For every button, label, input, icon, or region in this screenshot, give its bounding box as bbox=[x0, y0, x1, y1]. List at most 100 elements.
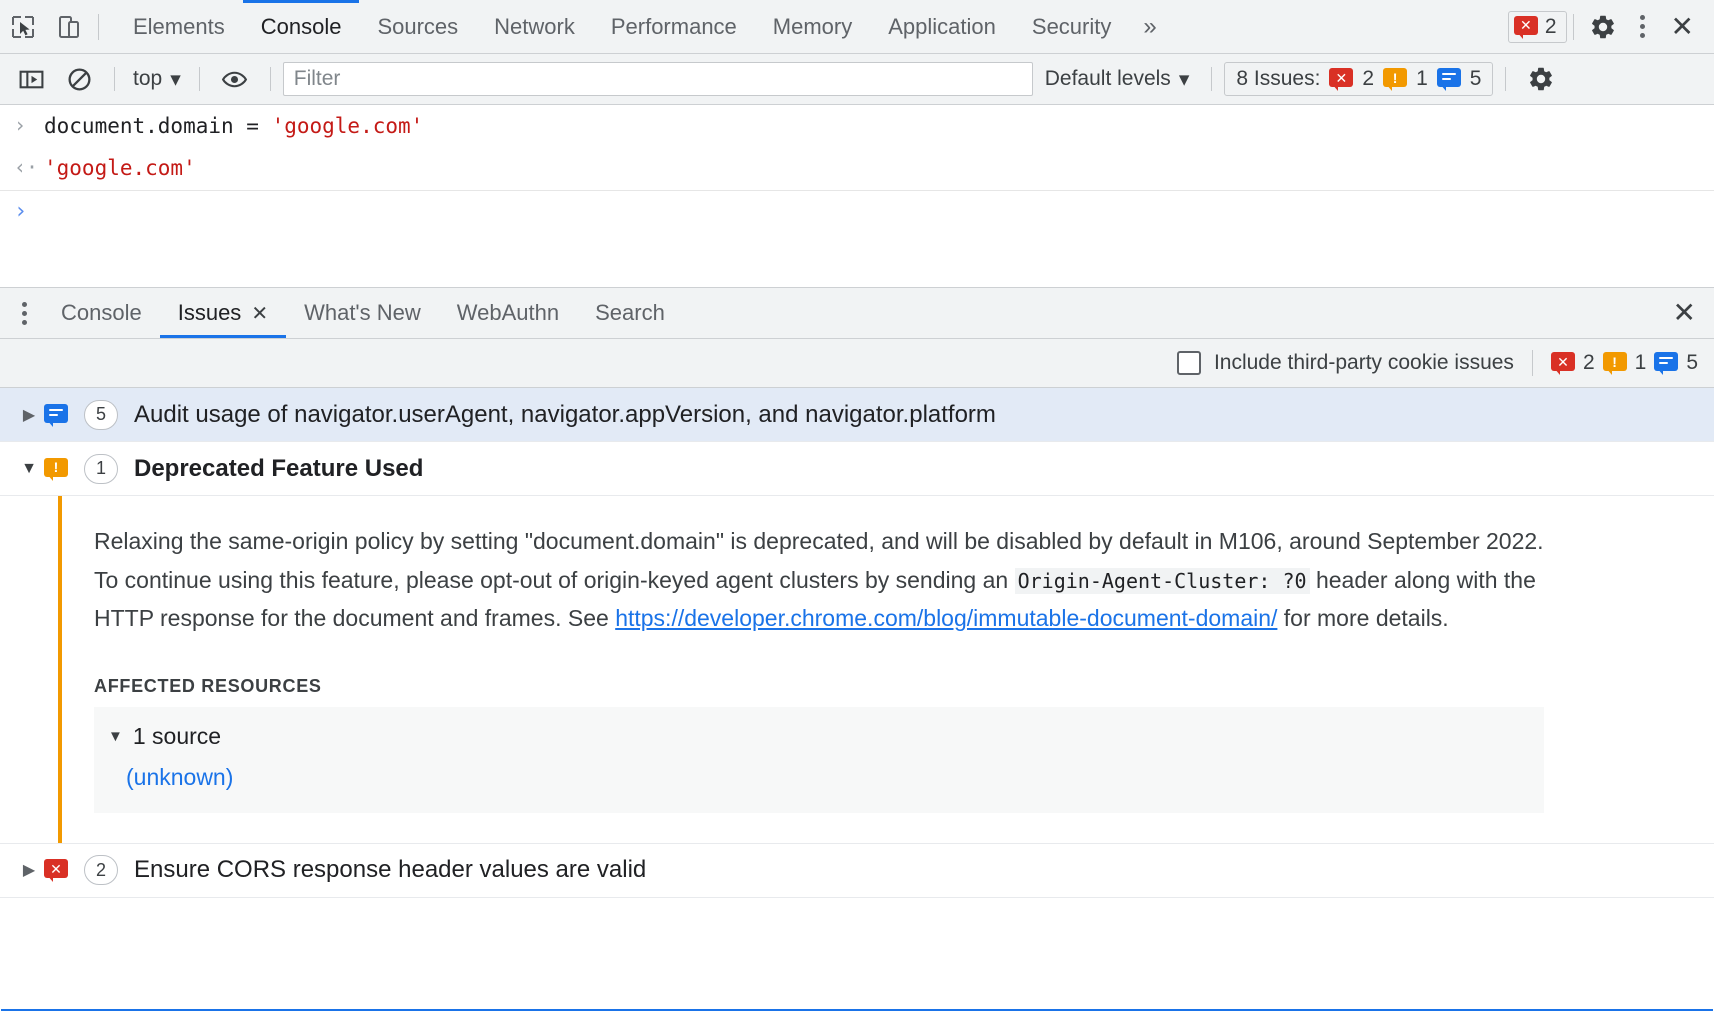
issues-summary-button[interactable]: 8 Issues: ✕ 2 ! 1 5 bbox=[1224, 62, 1493, 96]
expand-triangle-icon[interactable]: ▶ bbox=[14, 405, 44, 425]
expand-triangle-icon[interactable]: ▶ bbox=[14, 860, 44, 880]
devtools-main-toolbar: Elements Console Sources Network Perform… bbox=[0, 0, 1714, 54]
clear-console-icon[interactable] bbox=[56, 56, 102, 102]
log-levels-label: Default levels bbox=[1045, 67, 1171, 91]
console-sidebar-icon[interactable] bbox=[8, 56, 54, 102]
drawer-tab-issues-close-icon[interactable]: ✕ bbox=[251, 301, 268, 326]
issue-title: Audit usage of navigator.userAgent, navi… bbox=[134, 401, 996, 429]
execution-context-selector[interactable]: top ▾ bbox=[127, 67, 187, 92]
affected-sources-count-label: 1 source bbox=[133, 723, 221, 750]
issue-description: Relaxing the same-origin policy by setti… bbox=[94, 522, 1544, 638]
tab-sources[interactable]: Sources bbox=[359, 0, 476, 53]
more-tabs-chevron-icon[interactable]: » bbox=[1129, 13, 1170, 41]
issues-filter-info-count: 5 bbox=[1686, 351, 1698, 375]
console-input-string: 'google.com' bbox=[272, 114, 424, 138]
error-count-badge[interactable]: ✕ 2 bbox=[1508, 11, 1567, 43]
drawer-tab-search-label: Search bbox=[595, 300, 665, 326]
third-party-cookie-checkbox-row[interactable]: Include third-party cookie issues bbox=[1177, 351, 1514, 375]
drawer-close-icon[interactable]: ✕ bbox=[1655, 299, 1714, 327]
issue-row-cors-response-header[interactable]: ▶ ✕ 2 Ensure CORS response header values… bbox=[0, 844, 1714, 898]
issue-detail-accent-bar bbox=[58, 496, 62, 843]
affected-resources-box: ▼ 1 source (unknown) bbox=[94, 707, 1544, 813]
error-pill-icon: ✕ bbox=[1514, 16, 1538, 38]
tab-network[interactable]: Network bbox=[476, 0, 593, 53]
console-output[interactable]: › document.domain = 'google.com' ‹· 'goo… bbox=[0, 105, 1714, 287]
affected-source-link[interactable]: (unknown) bbox=[126, 764, 233, 790]
affected-sources-toggle[interactable]: ▼ 1 source bbox=[94, 721, 1544, 752]
filter-input[interactable] bbox=[283, 62, 1033, 96]
issues-filter-error-count: 2 bbox=[1583, 351, 1595, 375]
drawer-tab-console[interactable]: Console bbox=[43, 288, 160, 338]
kebab-menu-icon[interactable] bbox=[1626, 15, 1659, 38]
issue-count-badge: 2 bbox=[84, 855, 118, 885]
console-input-line: › document.domain = 'google.com' bbox=[0, 105, 1714, 147]
inspect-cursor-icon[interactable] bbox=[0, 4, 46, 50]
drawer-tab-whats-new[interactable]: What's New bbox=[286, 288, 439, 338]
drawer-tab-list: Console Issues ✕ What's New WebAuthn Sea… bbox=[0, 288, 1714, 339]
close-icon[interactable]: ✕ bbox=[1659, 13, 1706, 41]
chevron-down-icon: ▾ bbox=[170, 67, 181, 92]
toolbar-right-controls: ✕ 2 ✕ bbox=[1508, 4, 1714, 50]
console-toolbar-divider-2 bbox=[199, 67, 200, 91]
issues-summary-label: 8 Issues: bbox=[1236, 67, 1320, 91]
issues-warning-count: 1 bbox=[1416, 67, 1428, 91]
console-toolbar-divider-4 bbox=[1211, 67, 1212, 91]
toolbar-divider-2 bbox=[1573, 14, 1574, 40]
tab-security[interactable]: Security bbox=[1014, 0, 1129, 53]
tab-network-label: Network bbox=[494, 14, 575, 40]
tab-application[interactable]: Application bbox=[870, 0, 1014, 53]
console-prompt[interactable]: › bbox=[0, 191, 1714, 232]
console-result-text: 'google.com' bbox=[44, 153, 196, 183]
log-levels-selector[interactable]: Default levels ▾ bbox=[1035, 67, 1200, 92]
tab-sources-label: Sources bbox=[377, 14, 458, 40]
tab-application-label: Application bbox=[888, 14, 996, 40]
tab-elements-label: Elements bbox=[133, 14, 225, 40]
console-toolbar-divider-1 bbox=[114, 67, 115, 91]
issue-row-audit-navigator-usage[interactable]: ▶ 5 Audit usage of navigator.userAgent, … bbox=[0, 388, 1714, 442]
tab-security-label: Security bbox=[1032, 14, 1111, 40]
live-expression-icon[interactable] bbox=[212, 56, 258, 102]
toolbar-divider bbox=[98, 14, 99, 40]
console-toolbar-divider-3 bbox=[270, 67, 271, 91]
panel-tab-list: Elements Console Sources Network Perform… bbox=[115, 0, 1129, 53]
tab-memory-label: Memory bbox=[773, 14, 852, 40]
drawer-tab-webauthn[interactable]: WebAuthn bbox=[439, 288, 577, 338]
tab-console[interactable]: Console bbox=[243, 0, 360, 53]
issues-filter-warning-count: 1 bbox=[1635, 351, 1647, 375]
issue-detail-deprecated-feature-used: Relaxing the same-origin policy by setti… bbox=[0, 496, 1714, 844]
drawer-tab-webauthn-label: WebAuthn bbox=[457, 300, 559, 326]
issues-filter-bar: Include third-party cookie issues ✕ 2 ! … bbox=[0, 339, 1714, 388]
warning-pill-icon: ! bbox=[1603, 352, 1627, 374]
collapse-triangle-icon[interactable]: ▼ bbox=[14, 460, 44, 478]
warning-pill-icon: ! bbox=[44, 458, 84, 480]
devtools-drawer: Console Issues ✕ What's New WebAuthn Sea… bbox=[0, 287, 1714, 1012]
tab-elements[interactable]: Elements bbox=[115, 0, 243, 53]
tab-memory[interactable]: Memory bbox=[755, 0, 870, 53]
issue-title: Ensure CORS response header values are v… bbox=[134, 856, 646, 884]
drawer-tab-issues[interactable]: Issues ✕ bbox=[160, 288, 286, 338]
info-pill-icon bbox=[1437, 68, 1461, 90]
console-input-text: document.domain = 'google.com' bbox=[44, 111, 423, 141]
chevron-down-icon: ▾ bbox=[1179, 67, 1190, 92]
tab-performance[interactable]: Performance bbox=[593, 0, 755, 53]
console-settings-gear-icon[interactable] bbox=[1518, 56, 1564, 102]
device-toolbar-icon[interactable] bbox=[46, 4, 92, 50]
affected-resources-label: AFFECTED RESOURCES bbox=[94, 676, 1674, 697]
drawer-tab-search[interactable]: Search bbox=[577, 288, 683, 338]
issue-count-badge: 1 bbox=[84, 454, 118, 484]
issues-info-count: 5 bbox=[1470, 67, 1482, 91]
console-input-arrow-icon: › bbox=[14, 111, 44, 140]
drawer-tab-console-label: Console bbox=[61, 300, 142, 326]
issue-count-badge: 5 bbox=[84, 400, 118, 430]
drawer-menu-icon[interactable] bbox=[6, 302, 43, 325]
issue-row-deprecated-feature-used[interactable]: ▼ ! 1 Deprecated Feature Used bbox=[0, 442, 1714, 496]
issue-documentation-link[interactable]: https://developer.chrome.com/blog/immuta… bbox=[615, 605, 1277, 631]
issue-title: Deprecated Feature Used bbox=[134, 455, 423, 483]
console-toolbar: top ▾ Default levels ▾ 8 Issues: ✕ 2 ! bbox=[0, 54, 1714, 105]
affected-source-item[interactable]: (unknown) bbox=[94, 752, 1544, 795]
third-party-cookie-checkbox[interactable] bbox=[1177, 351, 1201, 375]
collapse-triangle-icon[interactable]: ▼ bbox=[108, 728, 123, 745]
gear-icon[interactable] bbox=[1580, 4, 1626, 50]
console-toolbar-divider-5 bbox=[1505, 67, 1506, 91]
error-pill-icon: ✕ bbox=[1329, 68, 1353, 90]
